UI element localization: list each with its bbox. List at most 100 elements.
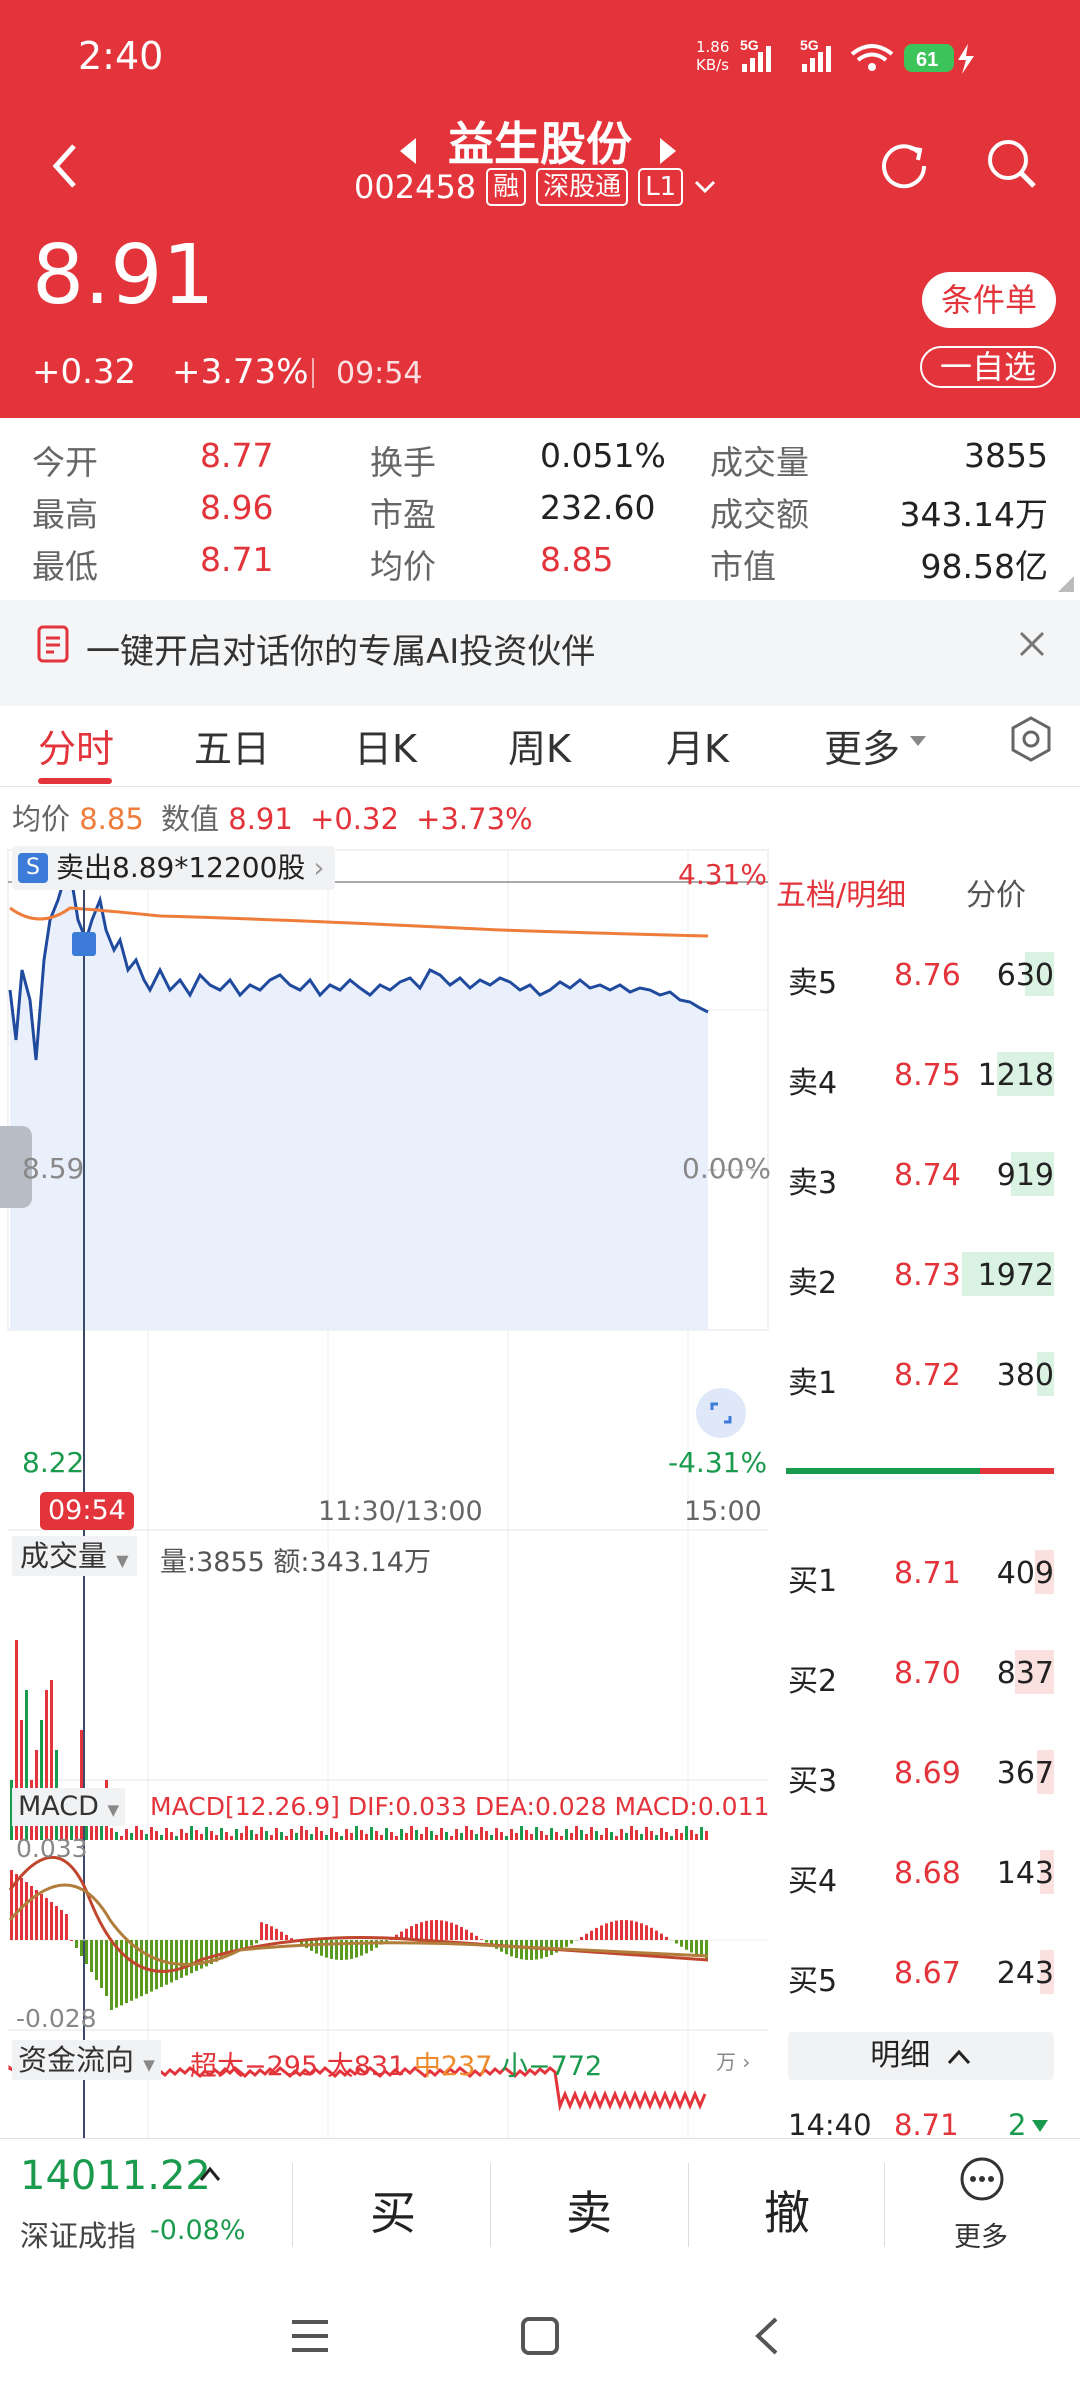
macd-bar xyxy=(430,1920,433,1940)
macd-bar xyxy=(70,1940,73,1941)
divider xyxy=(312,358,314,388)
refresh-icon[interactable] xyxy=(876,136,932,192)
volume-bar xyxy=(560,1836,563,1840)
tab-price-distribution[interactable]: 分价 xyxy=(966,870,1026,914)
bids-level-label: 买5 xyxy=(788,1964,838,1999)
next-stock-icon[interactable] xyxy=(656,136,678,166)
volume-label: 成交量 xyxy=(20,1539,108,1573)
macd-bar xyxy=(485,1940,488,1943)
macd-max: 0.033 xyxy=(16,1834,88,1863)
tab-depth-detail[interactable]: 五档/明细 xyxy=(776,870,906,914)
current-price: 8.91 xyxy=(32,228,215,323)
buy-button[interactable]: 买 xyxy=(370,2177,416,2243)
volume-bar xyxy=(130,1833,133,1840)
status-icons: 5G 5G 61 xyxy=(740,38,974,74)
volume-bar xyxy=(585,1834,588,1840)
stat-value: 3855 xyxy=(964,436,1048,475)
tab-timeshare[interactable]: 分时 xyxy=(38,718,114,773)
volume-bar xyxy=(675,1829,678,1840)
fund-flow-selector[interactable]: 资金流向 ▼ xyxy=(12,2040,161,2080)
volume-bar xyxy=(195,1830,198,1840)
macd-bar xyxy=(525,1940,528,1960)
index-value[interactable]: 14011.22 xyxy=(20,2153,211,2199)
tag-connect: 深股通 xyxy=(536,168,629,206)
volume-bar xyxy=(160,1835,163,1840)
volume-bar xyxy=(640,1834,643,1840)
tab-daily-k[interactable]: 日K xyxy=(354,718,417,773)
macd-bar xyxy=(285,1934,288,1940)
divider xyxy=(884,2163,885,2247)
volume-bar xyxy=(205,1827,208,1840)
volume-selector[interactable]: 成交量 ▼ xyxy=(12,1536,137,1576)
trade-tip[interactable]: S 卖出8.89*12200股 › xyxy=(12,846,335,890)
fund-big: 大831 xyxy=(326,2051,406,2082)
volume-bar xyxy=(405,1833,408,1840)
menu-icon[interactable] xyxy=(290,2318,330,2354)
close-icon[interactable] xyxy=(1018,630,1046,658)
volume-bar xyxy=(230,1836,233,1840)
volume-bar xyxy=(550,1828,553,1840)
nav-back-icon[interactable] xyxy=(752,2316,782,2356)
stat-value: 0.051% xyxy=(540,436,666,475)
tab-weekly-k[interactable]: 周K xyxy=(508,718,571,773)
sell-button[interactable]: 卖 xyxy=(566,2177,612,2243)
ai-banner[interactable]: 一键开启对话你的专属AI投资伙伴 xyxy=(0,600,1080,692)
net-speed: 1.86 KB/s xyxy=(696,38,730,74)
svg-text:5G: 5G xyxy=(800,38,819,53)
macd-bar xyxy=(580,1937,583,1940)
x-label-end: 15:00 xyxy=(684,1496,762,1527)
home-icon[interactable] xyxy=(520,2316,560,2356)
avg-line xyxy=(9,906,709,938)
macd-bar xyxy=(475,1935,478,1940)
add-watchlist-button[interactable]: 一自选 xyxy=(920,346,1056,388)
volume-bar xyxy=(190,1826,193,1840)
volume-bar xyxy=(440,1828,443,1840)
stat-value: 8.85 xyxy=(540,540,614,579)
volume-bar xyxy=(185,1833,188,1840)
macd-bar xyxy=(465,1929,468,1940)
macd-bar xyxy=(685,1940,688,1950)
chevron-up-icon[interactable] xyxy=(198,2165,222,2183)
tab-monthly-k[interactable]: 月K xyxy=(666,718,729,773)
max-pct: 4.31% xyxy=(678,858,767,891)
macd-bar xyxy=(695,1940,698,1955)
volume-bar xyxy=(310,1834,313,1840)
tab-more[interactable]: 更多 xyxy=(824,718,900,773)
divider xyxy=(0,786,1080,787)
macd-bar xyxy=(155,1940,158,1990)
macd-bar xyxy=(665,1936,668,1940)
tab-five-day[interactable]: 五日 xyxy=(194,718,270,773)
more-icon[interactable] xyxy=(958,2155,1006,2203)
asks-level-volume: 1972 xyxy=(977,1258,1054,1293)
volume-bar xyxy=(265,1831,268,1840)
macd-bar xyxy=(655,1930,658,1940)
chevron-down-icon[interactable] xyxy=(693,177,717,197)
detail-toggle[interactable]: 明细 xyxy=(788,2032,1054,2080)
bids-level-volume: 409 xyxy=(996,1556,1054,1591)
expand-corner-icon[interactable] xyxy=(1056,574,1076,594)
avg-label: 均价 xyxy=(12,802,71,836)
stat-label: 成交量 xyxy=(710,443,809,482)
detail-time: 14:40 xyxy=(788,2108,872,2142)
volume-bar xyxy=(300,1826,303,1840)
volume-bar xyxy=(395,1836,398,1840)
macd-bar xyxy=(250,1940,253,1946)
volume-bar xyxy=(335,1832,338,1840)
volume-bar xyxy=(555,1832,558,1840)
volume-bar xyxy=(390,1832,393,1840)
fullscreen-button[interactable] xyxy=(696,1388,746,1438)
settings-icon[interactable] xyxy=(1006,714,1056,764)
num-value: 8.91 xyxy=(228,802,293,836)
bottom-trade-bar: 14011.22 深证成指 -0.08% 买 卖 撤 更多 xyxy=(0,2138,1080,2270)
cancel-order-button[interactable]: 撤 xyxy=(764,2177,810,2243)
search-icon[interactable] xyxy=(984,136,1040,192)
conditional-order-button[interactable]: 条件单 xyxy=(922,272,1056,328)
macd-bar xyxy=(625,1920,628,1940)
volume-bar xyxy=(610,1832,613,1840)
macd-selector[interactable]: MACD ▼ xyxy=(12,1788,126,1826)
macd-bar xyxy=(420,1922,423,1940)
more-label[interactable]: 更多 xyxy=(954,2215,1008,2254)
bids-level-price: 8.67 xyxy=(894,1956,961,1991)
intraday-chart[interactable] xyxy=(0,840,772,2140)
stock-header: 2:40 1.86 KB/s 5G 5G 61 益生股份 002458 融 深股通… xyxy=(0,0,1080,418)
